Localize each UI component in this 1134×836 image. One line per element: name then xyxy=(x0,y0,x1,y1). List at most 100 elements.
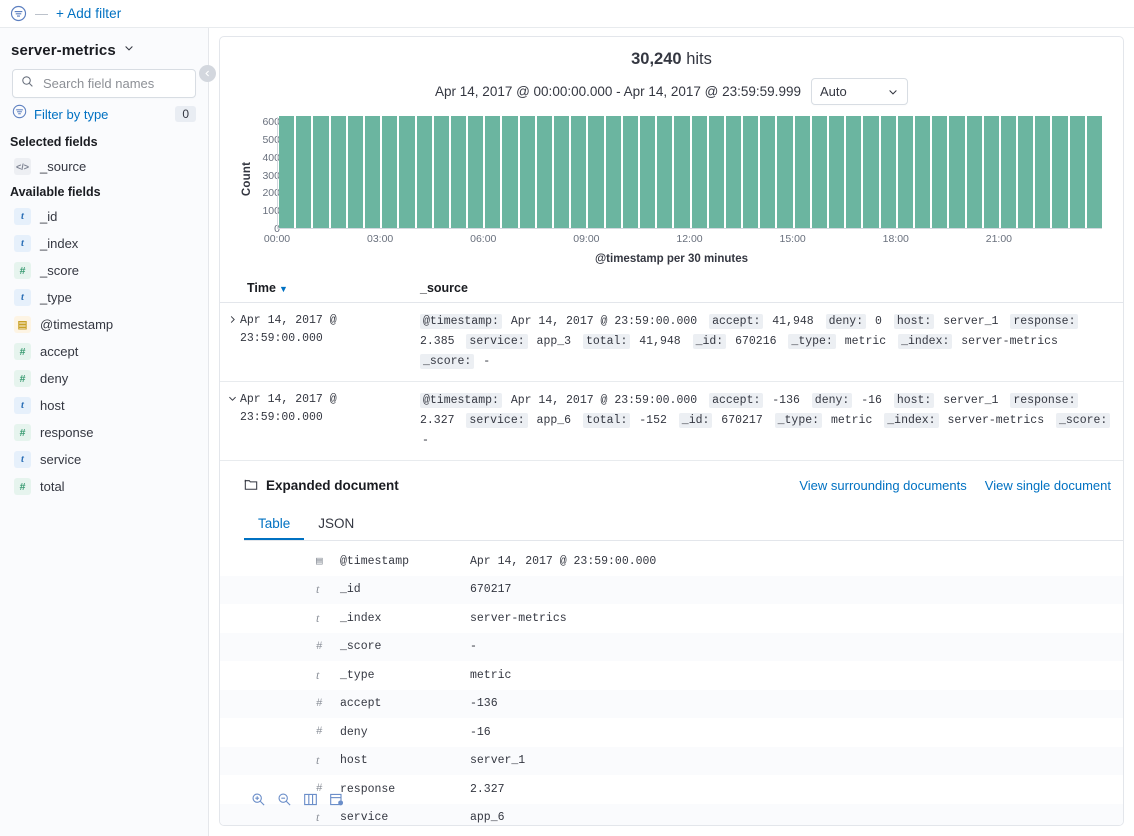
histogram-bar[interactable] xyxy=(657,116,673,228)
expanded-field-row[interactable]: t host server_1 xyxy=(220,746,1123,775)
histogram-bar[interactable] xyxy=(674,116,690,228)
filter-by-type-row[interactable]: Filter by type 0 xyxy=(0,98,208,130)
histogram-bar[interactable] xyxy=(811,116,827,228)
histogram-bar[interactable] xyxy=(966,116,982,228)
expanded-document-tabs: Table JSON xyxy=(244,510,1123,541)
histogram-bar[interactable] xyxy=(829,116,845,228)
tab-json[interactable]: JSON xyxy=(304,510,368,540)
table-row[interactable]: Apr 14, 2017 @ 23:59:00.000 @timestamp: A… xyxy=(220,382,1123,461)
expanded-field-name: @timestamp xyxy=(340,554,410,568)
histogram-bar[interactable] xyxy=(863,116,879,228)
expanded-field-row[interactable]: ▤ @timestamp Apr 14, 2017 @ 23:59:00.000 xyxy=(220,547,1123,576)
sort-descending-icon[interactable]: ▼ xyxy=(279,284,288,294)
zoom-in-icon[interactable] xyxy=(251,792,266,807)
index-pattern-selector[interactable]: server-metrics xyxy=(0,28,208,69)
hits-label: hits xyxy=(686,50,712,68)
histogram-bar[interactable] xyxy=(1000,116,1017,228)
histogram-bar[interactable] xyxy=(605,116,621,228)
histogram-bar[interactable] xyxy=(639,116,656,228)
expanded-field-row[interactable]: # accept -136 xyxy=(220,689,1123,718)
interval-select[interactable]: Auto xyxy=(810,78,908,105)
add-filter-button[interactable]: + Add filter xyxy=(56,6,121,21)
filter-icon[interactable] xyxy=(10,5,27,22)
histogram-bar[interactable] xyxy=(725,116,742,228)
field-item-response[interactable]: # response xyxy=(0,419,208,446)
histogram-bar[interactable] xyxy=(313,116,329,228)
histogram-bar[interactable] xyxy=(364,116,381,228)
histogram-bar[interactable] xyxy=(330,116,346,228)
field-item-deny[interactable]: # deny xyxy=(0,365,208,392)
field-item-timestamp[interactable]: ▤ @timestamp xyxy=(0,311,208,338)
view-single-document-link[interactable]: View single document xyxy=(985,478,1111,493)
histogram-bar[interactable] xyxy=(794,116,810,228)
histogram-bar[interactable] xyxy=(932,116,948,228)
field-item-type[interactable]: t _type xyxy=(0,284,208,311)
histogram-bar[interactable] xyxy=(502,116,518,228)
histogram-bar[interactable] xyxy=(296,116,312,228)
expanded-field-row[interactable]: # deny -16 xyxy=(220,718,1123,747)
histogram-bar[interactable] xyxy=(846,116,862,228)
expanded-field-name: _type xyxy=(340,668,375,682)
histogram-bar[interactable] xyxy=(519,116,535,228)
histogram-bar[interactable] xyxy=(468,116,484,228)
field-item-accept[interactable]: # accept xyxy=(0,338,208,365)
histogram-bar[interactable] xyxy=(983,116,999,228)
source-field-key: deny: xyxy=(825,314,867,329)
histogram-bar[interactable] xyxy=(588,116,604,228)
view-surrounding-documents-link[interactable]: View surrounding documents xyxy=(799,478,966,493)
expanded-field-row[interactable]: t _id 670217 xyxy=(220,575,1123,604)
expanded-document-title: Expanded document xyxy=(266,478,399,493)
histogram-bar[interactable] xyxy=(485,116,501,228)
filter-for-value-icon[interactable] xyxy=(329,792,344,807)
column-header-time[interactable]: Time ▼ xyxy=(220,281,420,295)
histogram-bar[interactable] xyxy=(1018,116,1034,228)
histogram-bar[interactable] xyxy=(708,116,724,228)
histogram-bar[interactable] xyxy=(777,116,793,228)
tab-table[interactable]: Table xyxy=(244,510,304,540)
expanded-field-row[interactable]: # _score - xyxy=(220,632,1123,661)
histogram-bar[interactable] xyxy=(1069,116,1085,228)
histogram-bar[interactable] xyxy=(416,116,432,228)
histogram-bar[interactable] xyxy=(536,116,552,228)
histogram-bar[interactable] xyxy=(1052,116,1068,228)
histogram-bar[interactable] xyxy=(949,116,965,228)
toggle-column-icon[interactable] xyxy=(303,792,318,807)
zoom-out-icon[interactable] xyxy=(277,792,292,807)
expanded-field-row[interactable]: t _index server-metrics xyxy=(220,604,1123,633)
field-item-id[interactable]: t _id xyxy=(0,203,208,230)
search-icon xyxy=(21,75,34,93)
expanded-field-row[interactable]: # response 2.327 xyxy=(220,775,1123,804)
field-item-service[interactable]: t service xyxy=(0,446,208,473)
histogram-bar[interactable] xyxy=(554,116,570,228)
histogram-bar[interactable] xyxy=(433,116,449,228)
expand-row-icon[interactable] xyxy=(220,312,240,330)
histogram-bar[interactable] xyxy=(1035,116,1051,228)
histogram-bar[interactable] xyxy=(760,116,776,228)
histogram-bar[interactable] xyxy=(450,116,467,228)
field-item-total[interactable]: # total xyxy=(0,473,208,500)
table-row[interactable]: Apr 14, 2017 @ 23:59:00.000 @timestamp: A… xyxy=(220,303,1123,382)
collapse-row-icon[interactable] xyxy=(220,391,240,409)
field-item-source[interactable]: </> _source xyxy=(0,153,208,180)
field-item-index[interactable]: t _index xyxy=(0,230,208,257)
histogram-bar[interactable] xyxy=(1086,116,1102,228)
field-item-score[interactable]: # _score xyxy=(0,257,208,284)
histogram-bar[interactable] xyxy=(622,116,638,228)
histogram-bar[interactable] xyxy=(743,116,759,228)
search-input[interactable] xyxy=(41,75,187,92)
search-field-names-box[interactable] xyxy=(12,69,196,98)
histogram-bar[interactable] xyxy=(691,116,707,228)
histogram-bar[interactable] xyxy=(399,116,415,228)
expanded-field-row[interactable]: t _type metric xyxy=(220,661,1123,690)
histogram-bar[interactable] xyxy=(347,116,363,228)
field-item-host[interactable]: t host xyxy=(0,392,208,419)
histogram-bar[interactable] xyxy=(914,116,931,228)
histogram-bar[interactable] xyxy=(897,116,913,228)
collapse-sidebar-button[interactable] xyxy=(199,65,216,82)
histogram-bar[interactable] xyxy=(880,116,896,228)
histogram-bar[interactable] xyxy=(279,116,295,228)
histogram-bar[interactable] xyxy=(571,116,587,228)
histogram-chart[interactable]: Count 0 100 200 300 400 500 600 00:00 03:00 06:0… xyxy=(220,116,1123,267)
histogram-bar[interactable] xyxy=(382,116,398,228)
expanded-field-row[interactable]: t service app_6 xyxy=(220,803,1123,825)
